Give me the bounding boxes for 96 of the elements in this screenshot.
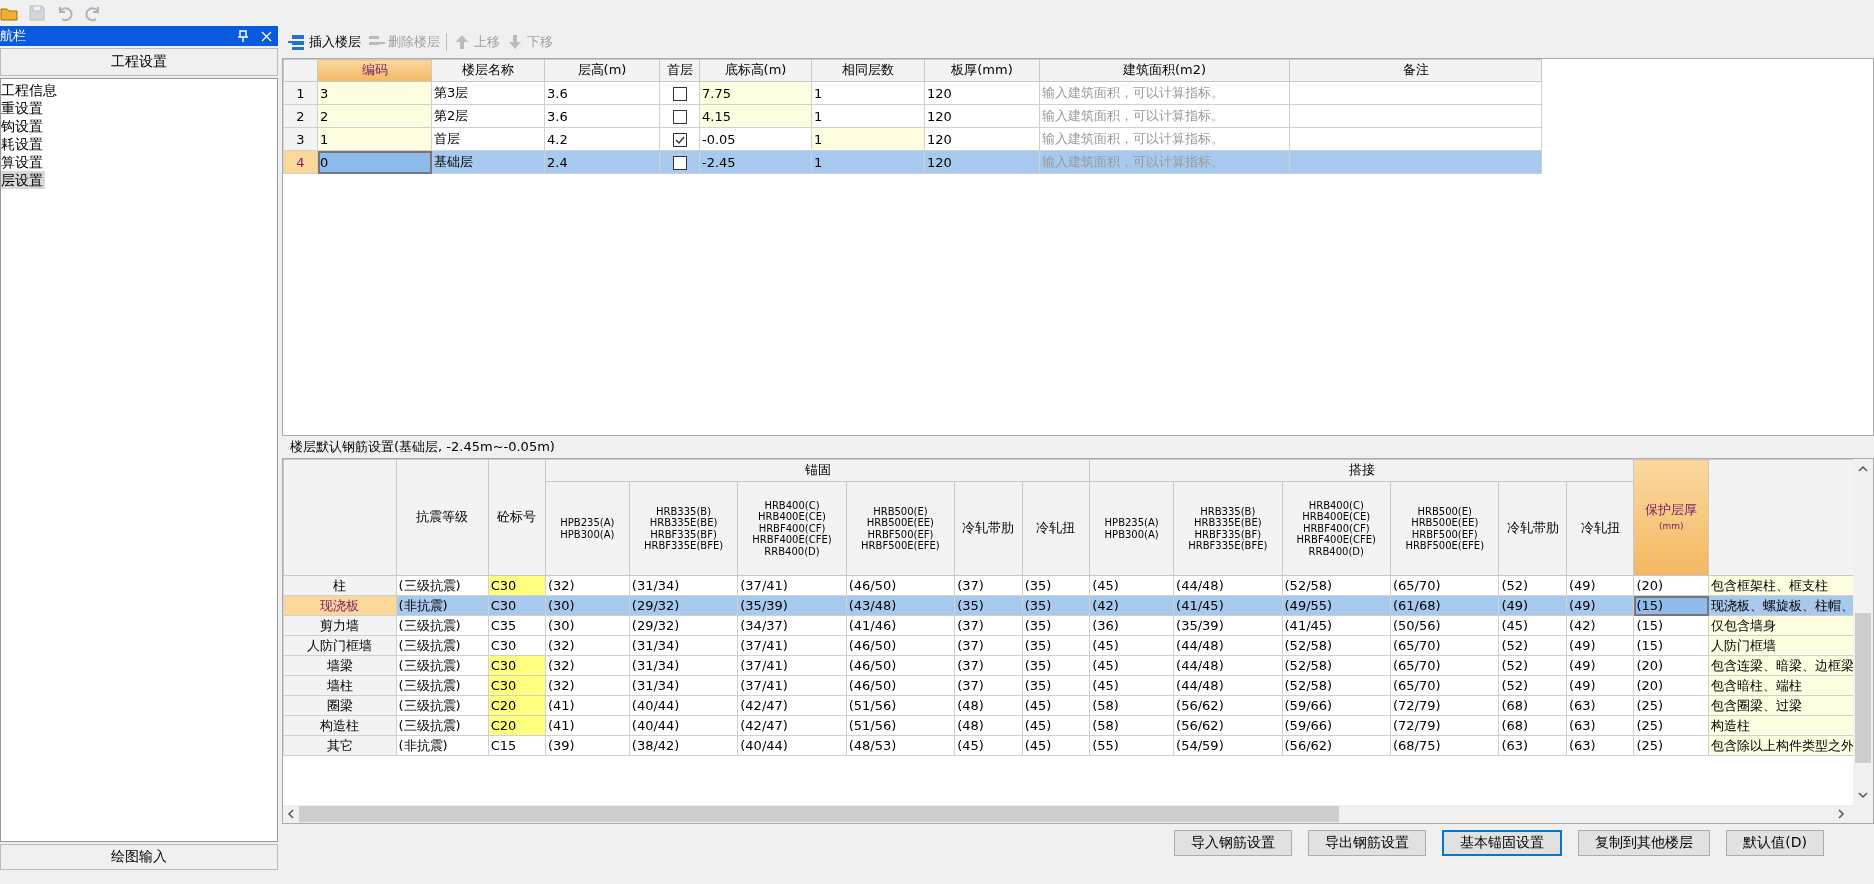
table-cell: 3.6 xyxy=(544,81,660,105)
table-cell: 4.15 xyxy=(699,104,812,128)
table-cell: 输入建筑面积，可以计算指标。 xyxy=(1039,104,1290,128)
table-cell: 第2层 xyxy=(431,104,545,128)
column-header[interactable]: HRB500(E) HRB500E(EE) HRBF500(EF) HRBF500E(EFE) xyxy=(846,481,955,576)
checkbox[interactable] xyxy=(672,155,687,170)
table-cell: 基础层 xyxy=(431,150,545,174)
column-header[interactable]: 冷轧带肋 xyxy=(1498,481,1567,576)
checkbox[interactable] xyxy=(672,86,687,101)
table-cell: 输入建筑面积，可以计算指标。 xyxy=(1039,150,1290,174)
table-cell: 0 xyxy=(317,150,432,174)
table-cell: 1 xyxy=(811,150,925,174)
dialog-button[interactable]: 基本锚固设置 xyxy=(1442,830,1563,856)
table-cell: 2 xyxy=(317,104,432,128)
up-arrow-icon xyxy=(453,33,471,51)
column-header[interactable]: 首层 xyxy=(659,59,700,82)
close-icon[interactable] xyxy=(261,30,272,42)
column-header[interactable]: HRB500(E) HRB500E(EE) HRBF500(EF) HRBF500E(EFE) xyxy=(1390,481,1499,576)
row-header: 圈梁 xyxy=(283,695,397,716)
column-header[interactable]: 保护层厚 (mm) xyxy=(1634,459,1709,576)
table-cell: 120 xyxy=(924,127,1040,151)
checkbox[interactable] xyxy=(672,132,687,147)
column-header[interactable]: 层高(m) xyxy=(544,59,660,82)
toolbar-button[interactable]: 插入楼层 xyxy=(288,33,361,51)
column-header[interactable]: 楼层名称 xyxy=(431,59,545,82)
table-cell: 4.2 xyxy=(544,127,660,151)
nav-item[interactable]: 算设置 xyxy=(1,153,45,171)
column-group-header: 搭接 xyxy=(1089,459,1634,482)
table-cell: 首层 xyxy=(431,127,545,151)
row-header: 柱 xyxy=(283,575,397,596)
dialog-button[interactable]: 导入钢筋设置 xyxy=(1174,830,1293,856)
insert-rows-icon xyxy=(288,33,306,51)
table-cell: -0.05 xyxy=(699,127,812,151)
column-header[interactable]: 备注 xyxy=(1289,59,1542,82)
table-cell: 3.6 xyxy=(544,104,660,128)
column-header[interactable]: HRB335(B) HRB335E(BE) HRBF335(BF) HRBF335E(BFE) xyxy=(629,481,738,576)
column-header[interactable]: 冷轧扭 xyxy=(1022,481,1090,576)
section-title: 楼层默认钢筋设置(基础层, -2.45m~-0.05m) xyxy=(289,438,556,456)
pin-icon[interactable] xyxy=(237,30,249,42)
nav-item[interactable]: 工程信息 xyxy=(1,81,59,99)
nav-item[interactable]: 层设置 xyxy=(1,171,45,189)
row-number: 2 xyxy=(283,104,318,128)
row-header: 其它 xyxy=(283,735,397,756)
column-header[interactable]: 冷轧扭 xyxy=(1566,481,1634,576)
column-header[interactable]: HRB400(C) HRB400E(CE) HRBF400(CF) HRBF400E(CFE) RRB400(D) xyxy=(1282,481,1391,576)
table-cell: 1 xyxy=(317,127,432,151)
section-header[interactable]: 绘图输入 xyxy=(0,844,278,870)
table-cell: 120 xyxy=(924,150,1040,174)
row-number: 3 xyxy=(283,127,318,151)
row-header: 人防门框墙 xyxy=(283,635,397,656)
column-header[interactable]: 编码 xyxy=(317,59,432,82)
down-arrow-icon xyxy=(506,33,524,51)
table-cell: 输入建筑面积，可以计算指标。 xyxy=(1039,81,1290,105)
column-header[interactable]: 建筑面积(m2) xyxy=(1039,59,1290,82)
scroll-up-icon[interactable] xyxy=(1858,465,1868,473)
table-cell: 1 xyxy=(811,81,925,105)
nav-item[interactable]: 耗设置 xyxy=(1,135,45,153)
table-cell: 1 xyxy=(811,127,925,151)
vertical-scrollbar[interactable] xyxy=(1853,459,1873,805)
row-header: 现浇板 xyxy=(283,595,397,616)
dialog-button[interactable]: 复制到其他楼层 xyxy=(1578,830,1711,856)
column-header[interactable]: 板厚(mm) xyxy=(924,59,1040,82)
dialog-button[interactable]: 导出钢筋设置 xyxy=(1308,830,1427,856)
row-header: 剪力墙 xyxy=(283,615,397,636)
column-header[interactable]: HRB335(B) HRB335E(BE) HRBF335(BF) HRBF335E(BFE) xyxy=(1173,481,1283,576)
table-cell: 120 xyxy=(924,104,1040,128)
table-cell: 1 xyxy=(811,104,925,128)
column-group-header: 锚固 xyxy=(545,459,1090,482)
row-number: 1 xyxy=(283,81,318,105)
horizontal-scrollbar[interactable] xyxy=(283,805,1873,823)
table-cell: 2.4 xyxy=(544,150,660,174)
column-header[interactable]: 砼标号 xyxy=(488,459,546,576)
scroll-down-icon[interactable] xyxy=(1858,791,1868,799)
table-cell: 第3层 xyxy=(431,81,545,105)
row-header: 构造柱 xyxy=(283,715,397,736)
checkbox[interactable] xyxy=(672,109,687,124)
table-cell: 7.75 xyxy=(699,81,812,105)
table-cell: 3 xyxy=(317,81,432,105)
section-header[interactable]: 工程设置 xyxy=(0,48,278,76)
table-cell: 输入建筑面积，可以计算指标。 xyxy=(1039,127,1290,151)
row-number: 4 xyxy=(283,150,318,174)
row-header: 墙柱 xyxy=(283,675,397,696)
nav-item[interactable]: 重设置 xyxy=(1,99,45,117)
column-header[interactable]: HRB400(C) HRB400E(CE) HRBF400(CF) HRBF400E(CFE) RRB400(D) xyxy=(737,481,847,576)
nav-item[interactable]: 钩设置 xyxy=(1,117,45,135)
row-header: 墙梁 xyxy=(283,655,397,676)
column-header[interactable]: 抗震等级 xyxy=(396,459,489,576)
table-cell: -2.45 xyxy=(699,150,812,174)
column-header[interactable]: HPB235(A) HPB300(A) xyxy=(545,481,630,576)
dialog-button[interactable]: 默认值(D) xyxy=(1726,830,1824,856)
column-header[interactable]: 相同层数 xyxy=(811,59,925,82)
table-cell: 120 xyxy=(924,81,1040,105)
column-header[interactable]: HPB235(A) HPB300(A) xyxy=(1089,481,1174,576)
column-header[interactable]: 冷轧带肋 xyxy=(954,481,1023,576)
panel-title: 航栏 xyxy=(0,27,27,45)
column-header[interactable]: 底标高(m) xyxy=(699,59,812,82)
